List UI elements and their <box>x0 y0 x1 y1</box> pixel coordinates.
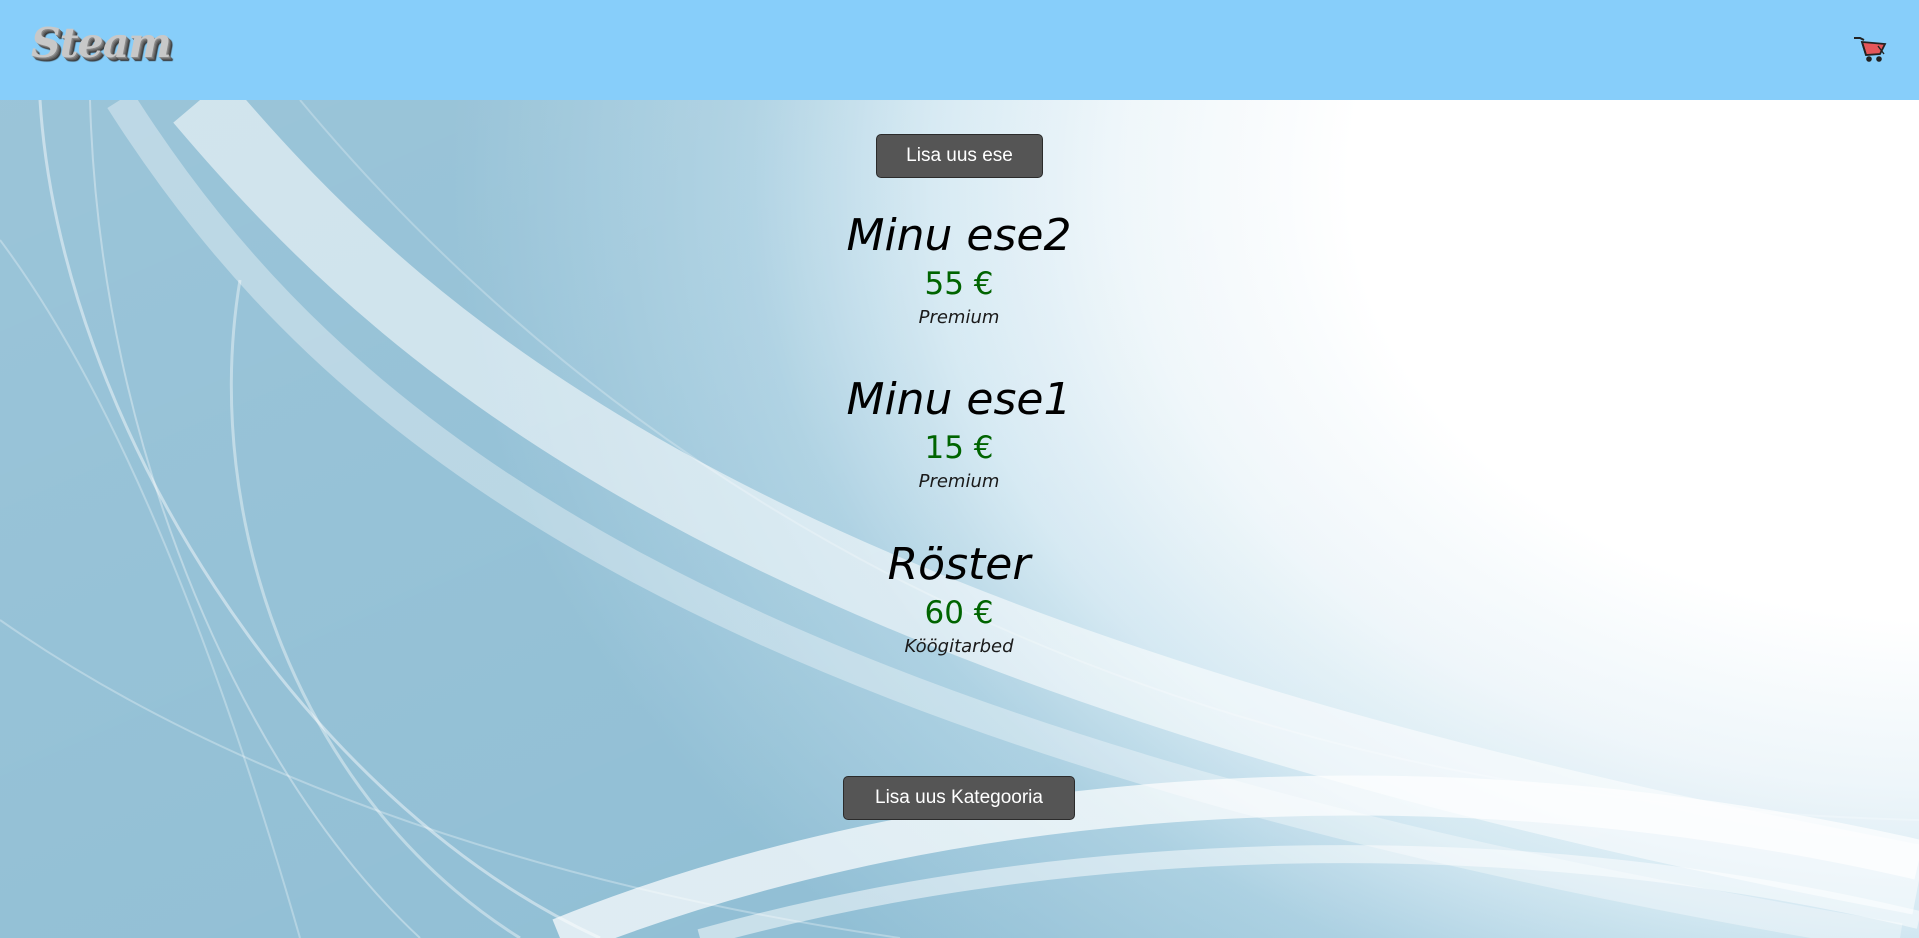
item-name: Minu ese1 <box>846 374 1072 425</box>
item-price: 55 € <box>924 266 994 302</box>
item-price: 60 € <box>924 595 994 631</box>
list-item[interactable]: Minu ese2 55 € Premium <box>759 210 1159 330</box>
brand-logo[interactable]: Steam <box>31 19 172 67</box>
item-category: Köögitarbed <box>904 636 1014 657</box>
item-category: Premium <box>918 307 1000 328</box>
add-category-button[interactable]: Lisa uus Kategooria <box>843 776 1075 820</box>
item-price: 15 € <box>924 430 994 466</box>
item-category: Premium <box>918 471 1000 492</box>
main-content: Lisa uus ese Minu ese2 55 € Premium Minu… <box>0 100 1919 938</box>
item-name: Röster <box>887 539 1031 590</box>
item-name: Minu ese2 <box>846 210 1072 261</box>
add-item-button[interactable]: Lisa uus ese <box>876 134 1043 178</box>
list-item[interactable]: Minu ese1 15 € Premium <box>759 374 1159 494</box>
list-item[interactable]: Röster 60 € Köögitarbed <box>759 539 1159 659</box>
header: Steam <box>0 0 1919 100</box>
cart-icon[interactable] <box>1852 34 1888 64</box>
